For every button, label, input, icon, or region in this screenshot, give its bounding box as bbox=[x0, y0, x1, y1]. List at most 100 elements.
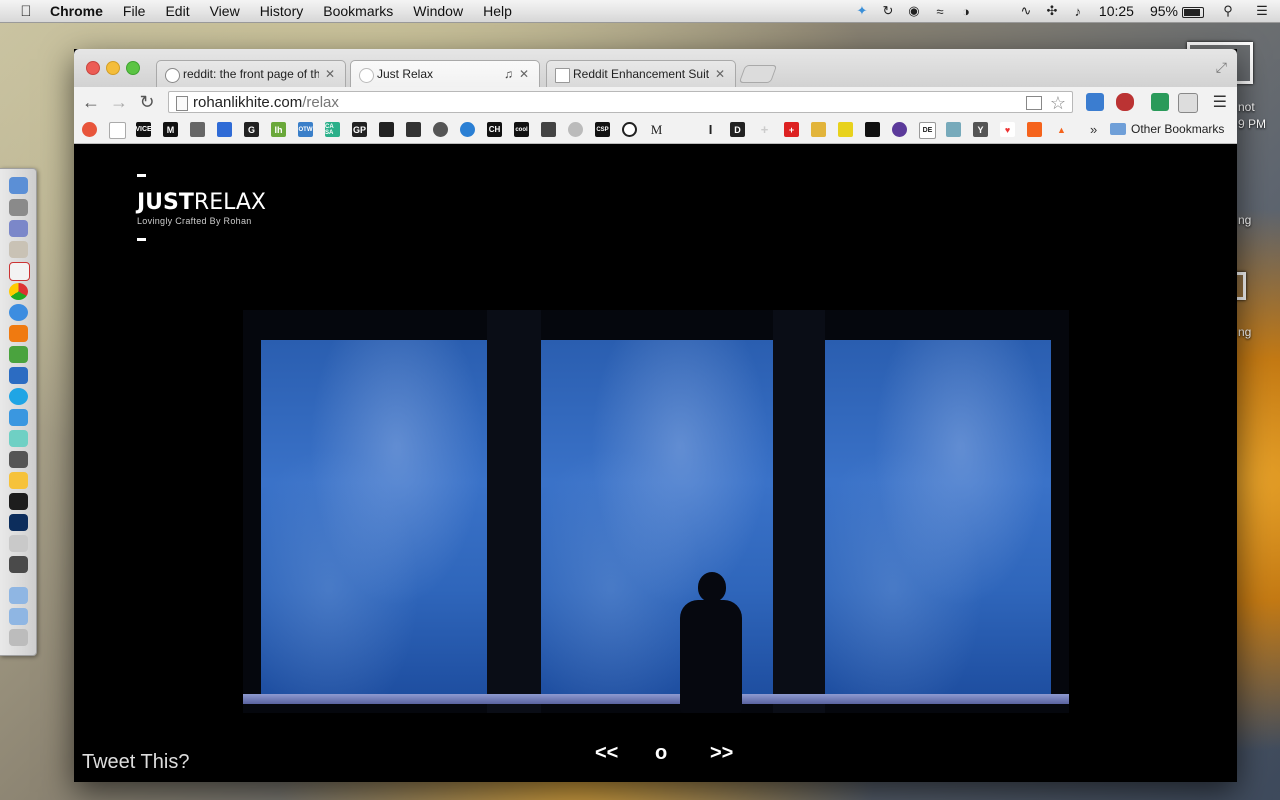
menu-edit[interactable]: Edit bbox=[155, 3, 199, 19]
cool-bookmark-icon[interactable]: cool bbox=[514, 122, 529, 137]
m-bookmark-icon[interactable]: M bbox=[649, 122, 664, 137]
address-bar[interactable]: rohanlikhite.com/relax ☆ bbox=[168, 91, 1073, 113]
trash-icon[interactable] bbox=[9, 629, 28, 646]
chrome-icon[interactable] bbox=[9, 283, 28, 300]
de-bookmark-icon[interactable]: DE bbox=[919, 122, 936, 139]
more-bookmarks-icon[interactable]: » bbox=[1090, 122, 1097, 137]
terminal-icon[interactable] bbox=[9, 493, 28, 510]
soundcloud-bookmark-icon[interactable]: ▲ bbox=[1054, 122, 1069, 137]
bookmark-icon[interactable] bbox=[865, 122, 880, 137]
circle-bookmark-icon[interactable] bbox=[568, 122, 583, 137]
otw-bookmark-icon[interactable]: OTW bbox=[298, 122, 313, 137]
circle-outline-bookmark-icon[interactable] bbox=[622, 122, 637, 137]
photoshop-icon[interactable] bbox=[9, 514, 28, 531]
menu-file[interactable]: File bbox=[113, 3, 156, 19]
close-tab-icon[interactable]: ✕ bbox=[715, 67, 725, 81]
play-button[interactable]: o bbox=[655, 742, 667, 765]
evernote-icon[interactable] bbox=[9, 346, 28, 363]
plus-bookmark-icon[interactable]: + bbox=[757, 122, 772, 137]
lifehacker-bookmark-icon[interactable]: lh bbox=[271, 122, 286, 137]
other-bookmarks[interactable]: Other Bookmarks bbox=[1110, 122, 1224, 136]
waves-icon[interactable]: ≈ bbox=[927, 0, 953, 22]
prev-button[interactable]: << bbox=[595, 742, 618, 765]
close-window-button[interactable] bbox=[86, 61, 100, 75]
casa-bookmark-icon[interactable]: CA SA bbox=[325, 122, 340, 137]
y-bookmark-icon[interactable]: Y bbox=[973, 122, 988, 137]
bookmark-icon[interactable] bbox=[838, 122, 853, 137]
system-preferences-icon[interactable] bbox=[9, 199, 28, 216]
bookmark-icon[interactable] bbox=[892, 122, 907, 137]
notification-center-icon[interactable]: ☰ bbox=[1244, 0, 1280, 22]
mask-extension-icon[interactable] bbox=[1116, 93, 1134, 111]
calendar-icon[interactable] bbox=[9, 262, 30, 281]
close-tab-icon[interactable]: ✕ bbox=[325, 67, 335, 81]
itunes-icon[interactable] bbox=[9, 304, 28, 321]
tab-reddit[interactable]: reddit: the front page of th ✕ bbox=[156, 60, 346, 87]
menu-view[interactable]: View bbox=[200, 3, 250, 19]
bookmark-icon[interactable] bbox=[811, 122, 826, 137]
menu-app-name[interactable]: Chrome bbox=[40, 3, 113, 19]
reader-mode-icon[interactable] bbox=[1026, 96, 1042, 110]
zoom-window-button[interactable] bbox=[126, 61, 140, 75]
mail-app-icon[interactable] bbox=[9, 430, 28, 447]
wifi-icon[interactable]: ∿ bbox=[1013, 0, 1039, 22]
tab-reddit-enhancement-suite[interactable]: Reddit Enhancement Suite ✕ bbox=[546, 60, 736, 87]
spotlight-search-icon[interactable]: ⚲ bbox=[1212, 0, 1244, 22]
soundcloud-bookmark-icon[interactable] bbox=[1027, 122, 1042, 137]
bookmark-icon[interactable] bbox=[541, 122, 556, 137]
bluetooth-icon[interactable]: ✣ bbox=[1039, 0, 1065, 22]
gp-bookmark-icon[interactable]: GP bbox=[352, 122, 367, 137]
i-bookmark-icon[interactable]: I bbox=[703, 122, 718, 137]
new-tab-button[interactable] bbox=[738, 65, 778, 83]
gauge-icon[interactable]: ◉ bbox=[901, 0, 927, 22]
google-bookmark-icon[interactable]: G bbox=[244, 122, 259, 137]
d-bookmark-icon[interactable]: D bbox=[730, 122, 745, 137]
skype-icon[interactable] bbox=[9, 388, 28, 405]
reload-button[interactable]: ↻ bbox=[136, 92, 158, 113]
cyberduck-icon[interactable] bbox=[9, 472, 28, 489]
close-tab-icon[interactable]: ✕ bbox=[519, 67, 529, 81]
volume-icon[interactable]: ♪ bbox=[1065, 0, 1091, 22]
menu-window[interactable]: Window bbox=[403, 3, 473, 19]
battery-status[interactable]: 95% bbox=[1142, 3, 1212, 19]
sync-icon[interactable]: ↻ bbox=[875, 0, 901, 22]
verge-bookmark-icon[interactable] bbox=[190, 122, 205, 137]
finder-icon[interactable] bbox=[9, 177, 28, 194]
address-book-icon[interactable] bbox=[9, 241, 28, 258]
bookmark-icon[interactable] bbox=[460, 122, 475, 137]
book-extension-icon[interactable] bbox=[1178, 93, 1198, 113]
downloads-icon[interactable] bbox=[9, 608, 28, 625]
back-button[interactable]: ← bbox=[80, 92, 102, 113]
tweet-link[interactable]: Tweet This? bbox=[82, 751, 189, 774]
twitter-icon[interactable]: ✦ bbox=[849, 0, 875, 22]
twitter-app-icon[interactable] bbox=[9, 409, 28, 426]
site-logo[interactable]: JUSTRELAX bbox=[137, 190, 266, 215]
star-bookmark-icon[interactable] bbox=[406, 122, 421, 137]
bookmark-star-icon[interactable]: ☆ bbox=[1050, 92, 1066, 114]
tab-just-relax[interactable]: Just Relax ♫ ✕ bbox=[350, 60, 540, 87]
vlc-icon[interactable] bbox=[9, 325, 28, 342]
sublime-text-icon[interactable] bbox=[9, 451, 28, 468]
moon-icon[interactable]: ◑ bbox=[953, 0, 979, 22]
preview-icon[interactable] bbox=[9, 535, 28, 552]
minimize-window-button[interactable] bbox=[106, 61, 120, 75]
reddit-bookmark-icon[interactable] bbox=[109, 122, 126, 139]
audio-app-icon[interactable] bbox=[9, 220, 28, 237]
chrome-menu-icon[interactable]: ☰ bbox=[1213, 92, 1227, 112]
download-extension-icon[interactable] bbox=[1086, 93, 1104, 111]
bookmark-icon[interactable] bbox=[217, 122, 232, 137]
menu-bookmarks[interactable]: Bookmarks bbox=[313, 3, 403, 19]
gear-bookmark-icon[interactable] bbox=[433, 122, 448, 137]
heart-bookmark-icon[interactable]: ♥ bbox=[1000, 122, 1015, 137]
bookmark-icon[interactable] bbox=[676, 122, 691, 137]
bookmark-icon[interactable] bbox=[82, 122, 97, 137]
swiss-bookmark-icon[interactable]: + bbox=[784, 122, 799, 137]
folder-icon[interactable] bbox=[9, 587, 28, 604]
eyedropper-extension-icon[interactable] bbox=[1151, 93, 1169, 111]
bookmark-icon[interactable] bbox=[379, 122, 394, 137]
installer-icon[interactable] bbox=[9, 556, 28, 573]
bookmark-icon[interactable] bbox=[946, 122, 961, 137]
csp-bookmark-icon[interactable]: CSP bbox=[595, 122, 610, 137]
menu-history[interactable]: History bbox=[250, 3, 314, 19]
word-icon[interactable] bbox=[9, 367, 28, 384]
